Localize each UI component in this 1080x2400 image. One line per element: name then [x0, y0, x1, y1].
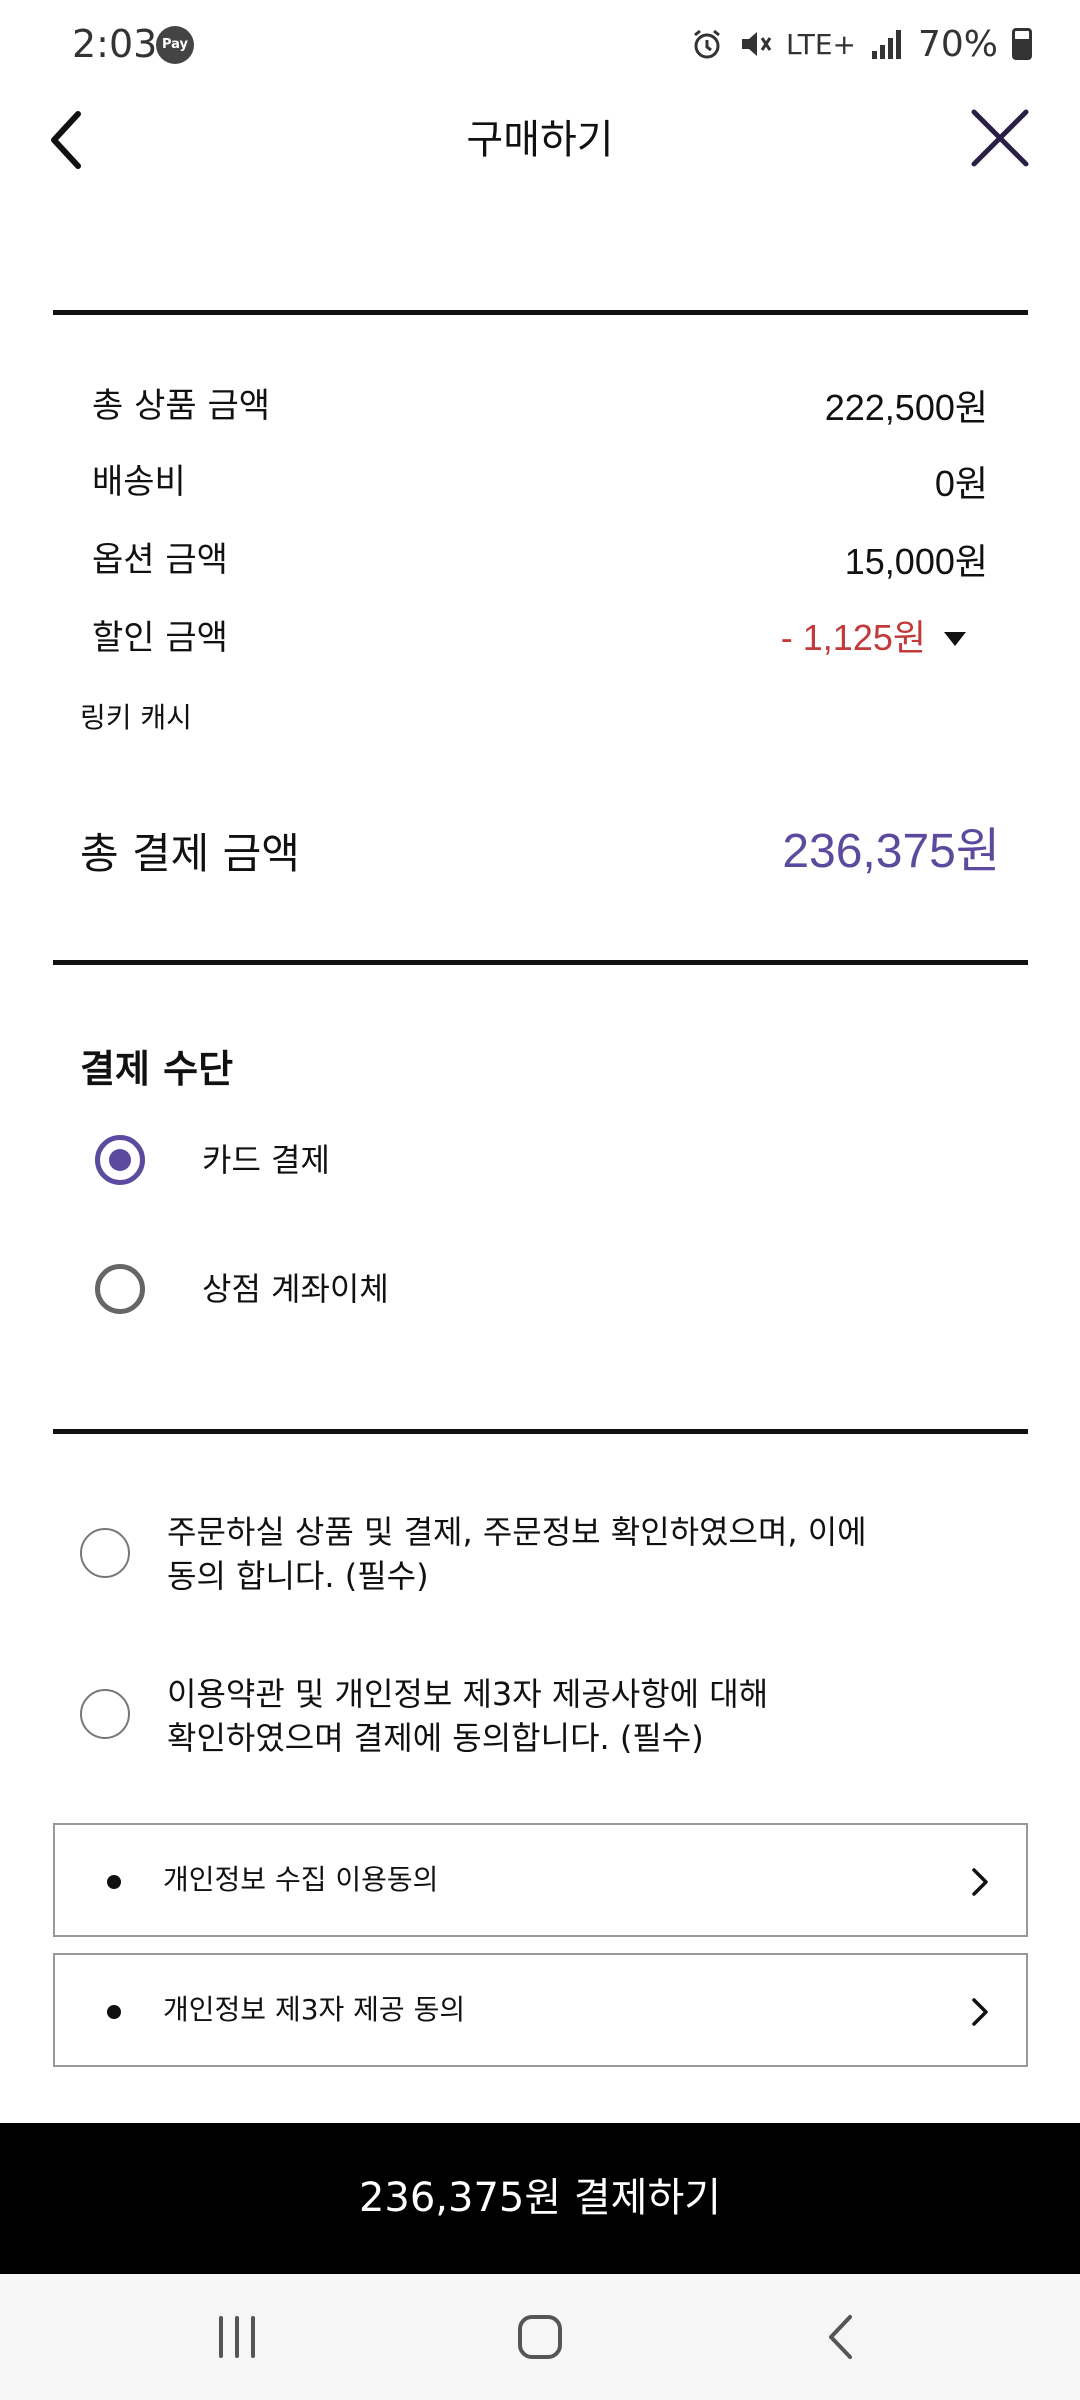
payment-method-title: 결제 수단: [80, 1047, 234, 1091]
mute-icon: [741, 32, 772, 56]
privacy-collection-label: 개인정보 수집 이용동의: [163, 1863, 439, 1896]
agreement-terms-checkbox[interactable]: [80, 1689, 130, 1739]
bullet-icon: [107, 1875, 121, 1889]
system-nav-bar: [0, 2274, 1080, 2400]
agreement-terms-text: 이용약관 및 개인정보 제3자 제공사항에 대해 확인하였으며 결제에 동의합니…: [167, 1672, 947, 1760]
discount-expand-icon[interactable]: [944, 632, 966, 646]
pay-badge-icon: Pay: [156, 26, 194, 64]
pay-button[interactable]: 236,375원 결제하기: [0, 2123, 1080, 2274]
option-amount-label: 옵션 금액: [92, 540, 228, 580]
third-party-consent-row[interactable]: 개인정보 제3자 제공 동의: [53, 1953, 1028, 2067]
product-amount-label: 총 상품 금액: [92, 386, 271, 426]
card-payment-radio[interactable]: [95, 1135, 145, 1185]
home-icon[interactable]: [507, 2304, 573, 2370]
option-amount-value: 15,000원: [844, 541, 988, 582]
product-amount-value: 222,500원: [824, 387, 988, 428]
section-divider: [53, 960, 1028, 965]
bank-transfer-label[interactable]: 상점 계좌이체: [202, 1267, 389, 1311]
total-payment-value: 236,375원: [782, 825, 1000, 878]
chevron-right-icon: [972, 1998, 988, 2026]
card-payment-label[interactable]: 카드 결제: [202, 1138, 330, 1182]
agreement-order-text: 주문하실 상품 및 결제, 주문정보 확인하였으며, 이에 동의 합니다. (필…: [167, 1510, 947, 1598]
agreement-order-line2: 동의 합니다. (필수): [167, 1557, 429, 1595]
shipping-fee-value: 0원: [934, 463, 988, 504]
discount-amount-label: 할인 금액: [92, 618, 228, 658]
page-title: 구매하기: [466, 117, 614, 163]
chevron-right-icon: [972, 1868, 988, 1896]
close-icon[interactable]: [968, 106, 1032, 170]
agreement-order-checkbox[interactable]: [80, 1528, 130, 1578]
agreement-terms-line1: 이용약관 및 개인정보 제3자 제공사항에 대해: [167, 1675, 769, 1713]
battery-percent: 70%: [917, 23, 998, 65]
linki-cash-label: 링키 캐시: [80, 701, 192, 734]
battery-icon: [1012, 28, 1032, 60]
third-party-consent-label: 개인정보 제3자 제공 동의: [163, 1993, 466, 2026]
section-divider: [53, 1429, 1028, 1434]
back-icon[interactable]: [810, 2304, 876, 2370]
recent-apps-icon[interactable]: [204, 2304, 270, 2370]
alarm-icon: [694, 29, 720, 59]
total-payment-label: 총 결제 금액: [80, 829, 300, 878]
agreement-terms-line2: 확인하였으며 결제에 동의합니다. (필수): [167, 1719, 704, 1757]
privacy-collection-row[interactable]: 개인정보 수집 이용동의: [53, 1823, 1028, 1937]
discount-amount-value: - 1,125원: [780, 617, 926, 658]
bank-transfer-radio[interactable]: [95, 1264, 145, 1314]
lte-icon: LTE+: [785, 27, 856, 61]
shipping-fee-label: 배송비: [92, 462, 186, 502]
status-icons: LTE+ 70%: [690, 16, 1032, 72]
status-time: 2:03: [72, 22, 158, 66]
agreement-order-line1: 주문하실 상품 및 결제, 주문정보 확인하였으며, 이에: [167, 1513, 867, 1551]
signal-icon: [871, 30, 901, 59]
bullet-icon: [107, 2005, 121, 2019]
section-divider: [53, 310, 1028, 315]
